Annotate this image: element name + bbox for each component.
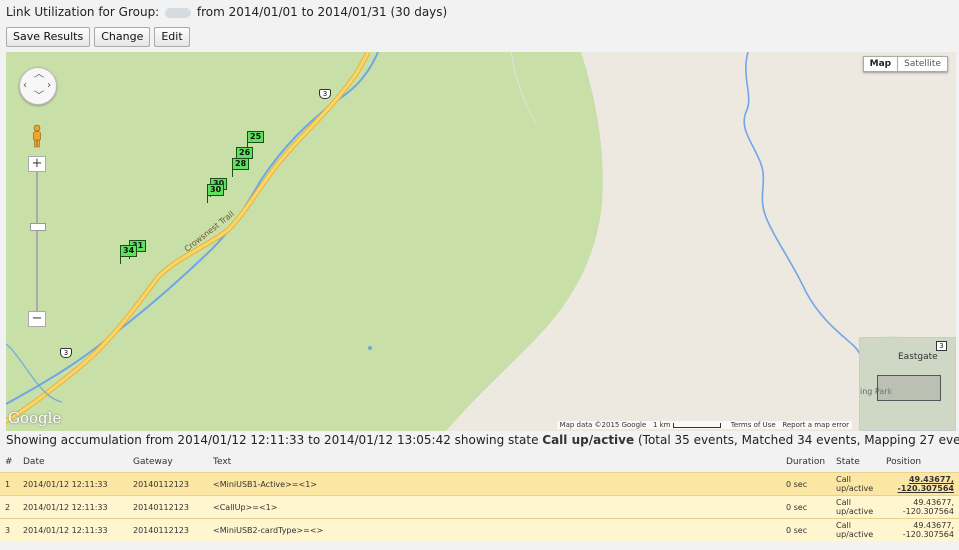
cell-position: 49.43677, -120.307564 — [881, 518, 959, 541]
cell-num: 3 — [0, 518, 18, 541]
title-suffix: from 2014/01/01 to 2014/01/31 (30 days) — [196, 5, 448, 19]
cell-num: 2 — [0, 495, 18, 519]
cell-position: 49.43677, -120.307564 — [881, 495, 959, 519]
cell-text: <CallUp>=<1> — [208, 495, 781, 519]
cell-position: 49.43677, -120.307564 — [881, 472, 959, 496]
scale-bar — [672, 422, 721, 428]
highway-shield-icon: 3 — [936, 341, 947, 351]
col-text[interactable]: Text — [208, 451, 781, 473]
cell-gateway: 20140112123 — [128, 518, 208, 541]
change-button[interactable]: Change — [94, 27, 151, 47]
summary-suffix: (Total 35 events, Matched 34 events, Map… — [637, 433, 959, 447]
map-attribution: Map data ©2015 Google 1 km Terms of Use … — [556, 421, 852, 429]
pan-control[interactable]: ︿ ﹀ ‹ › — [19, 67, 57, 105]
accumulation-summary: Showing accumulation from 2014/01/12 12:… — [6, 433, 959, 447]
cell-duration: 0 sec — [781, 472, 831, 496]
map-type-map-button[interactable]: Map — [862, 56, 899, 72]
map-type-control: Map Satellite — [862, 56, 948, 72]
toolbar: Save Results Change Edit — [6, 27, 190, 47]
position-link-lat[interactable]: 49.43677, — [909, 475, 954, 484]
col-date[interactable]: Date — [18, 451, 128, 473]
pan-left-icon[interactable]: ‹ — [23, 81, 27, 91]
map-terrain — [6, 52, 956, 431]
cell-gateway: 20140112123 — [128, 495, 208, 519]
events-table: # Date Gateway Text Duration State Posit… — [0, 451, 959, 541]
save-results-button[interactable]: Save Results — [6, 27, 91, 47]
col-duration[interactable]: Duration — [781, 451, 831, 473]
table-row[interactable]: 1 2014/01/12 12:11:33 20140112123 <MiniU… — [0, 472, 959, 496]
cell-date: 2014/01/12 12:11:33 — [18, 518, 128, 541]
cell-gateway: 20140112123 — [128, 472, 208, 496]
cell-state: Call up/active — [831, 518, 881, 541]
summary-prefix: Showing accumulation from 2014/01/12 12:… — [6, 433, 539, 447]
col-state[interactable]: State — [831, 451, 881, 473]
zoom-slider[interactable] — [36, 172, 38, 311]
position-lon: -120.307564 — [902, 507, 954, 516]
map-data-credit: Map data ©2015 Google — [559, 421, 647, 429]
pan-right-icon[interactable]: › — [47, 81, 51, 91]
highway-shield-icon: 3 — [60, 348, 72, 358]
map-view[interactable]: 3 3 Crowsnest Trail ︿ ﹀ ‹ › + − Map Sate… — [6, 52, 956, 431]
cell-date: 2014/01/12 12:11:33 — [18, 495, 128, 519]
cell-duration: 0 sec — [781, 495, 831, 519]
cell-state: Call up/active — [831, 495, 881, 519]
table-row[interactable]: 3 2014/01/12 12:11:33 20140112123 <MiniU… — [0, 518, 959, 541]
zoom-out-button[interactable]: − — [28, 311, 46, 327]
terms-link[interactable]: Terms of Use — [731, 421, 776, 429]
position-link-lon[interactable]: -120.307564 — [898, 484, 954, 493]
state-line2: up/active — [836, 484, 874, 493]
zoom-in-button[interactable]: + — [28, 156, 46, 172]
map-marker[interactable]: 28 — [232, 158, 250, 177]
map-marker[interactable]: 25 — [247, 131, 265, 150]
overview-viewport-box[interactable] — [877, 375, 941, 401]
cell-num: 1 — [0, 472, 18, 496]
overview-label: Eastgate — [898, 352, 938, 362]
map-marker[interactable]: 30 — [207, 184, 225, 203]
cell-text: <MiniUSB1-Active>=<1> — [208, 472, 781, 496]
state-line1: Call — [836, 475, 851, 484]
overview-map[interactable]: 3 Eastgate ing Park — [859, 337, 956, 431]
summary-state: Call up/active — [542, 433, 635, 447]
scale-label: 1 km — [652, 421, 671, 429]
page-title: Link Utilization for Group: from 2014/01… — [6, 5, 447, 19]
col-num[interactable]: # — [0, 451, 18, 473]
zoom-slider-handle[interactable] — [30, 223, 46, 231]
state-line2: up/active — [836, 507, 874, 516]
state-line1: Call — [836, 498, 851, 507]
col-gateway[interactable]: Gateway — [128, 451, 208, 473]
position-lat: 49.43677, — [913, 521, 954, 530]
redacted-group-name — [165, 7, 192, 18]
position-lon: -120.307564 — [902, 530, 954, 539]
map-type-satellite-button[interactable]: Satellite — [898, 56, 948, 72]
cell-text: <MiniUSB2-cardType>=<> — [208, 518, 781, 541]
position-lat: 49.43677, — [913, 498, 954, 507]
cell-state: Call up/active — [831, 472, 881, 496]
pan-down-icon[interactable]: ﹀ — [34, 92, 44, 102]
report-error-link[interactable]: Report a map error — [782, 421, 849, 429]
state-line2: up/active — [836, 530, 874, 539]
col-position[interactable]: Position — [881, 451, 959, 473]
google-logo: Google — [8, 409, 62, 427]
cell-date: 2014/01/12 12:11:33 — [18, 472, 128, 496]
map-marker[interactable]: 34 — [120, 245, 138, 264]
pan-up-icon[interactable]: ︿ — [34, 70, 44, 80]
table-header-row: # Date Gateway Text Duration State Posit… — [0, 451, 959, 473]
table-row[interactable]: 2 2014/01/12 12:11:33 20140112123 <CallU… — [0, 495, 959, 519]
cell-duration: 0 sec — [781, 518, 831, 541]
title-prefix: Link Utilization for Group: — [6, 5, 160, 19]
pegman-icon[interactable] — [31, 124, 43, 148]
state-line1: Call — [836, 521, 851, 530]
highway-shield-icon: 3 — [319, 89, 331, 99]
edit-button[interactable]: Edit — [154, 27, 190, 47]
